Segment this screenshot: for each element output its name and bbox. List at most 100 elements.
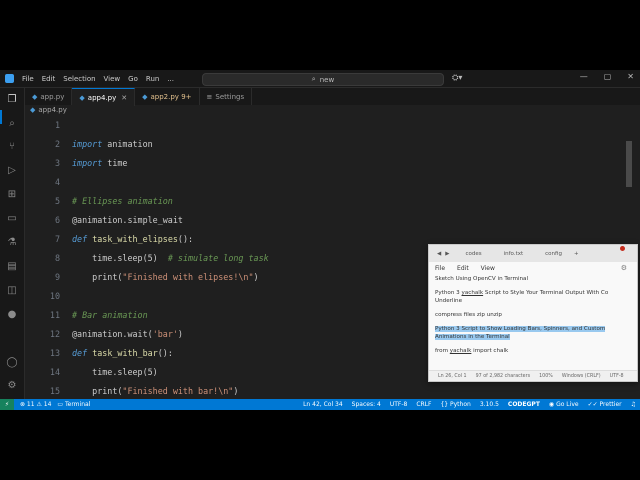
language-mode[interactable]: {} Python [440, 401, 470, 408]
code-text: time.sleep(5) # simulate long task [72, 252, 269, 263]
indentation[interactable]: Spaces: 4 [352, 401, 381, 408]
remote-explorer-icon[interactable]: ▭ [6, 213, 18, 225]
line-number: 14 [49, 366, 60, 377]
explorer-icon[interactable]: ❐ [6, 94, 18, 106]
line-number: 4 [54, 176, 60, 187]
prettier-button[interactable]: ✓✓ Prettier [588, 401, 622, 408]
code-line: 4 [25, 172, 625, 191]
command-center-search[interactable]: ⌕ new [202, 73, 444, 86]
python-file-icon: ◆ [30, 106, 36, 114]
menu-selection[interactable]: Selection [63, 75, 95, 83]
code-line: 1 [25, 115, 625, 134]
notepad-tab-config[interactable]: config [539, 251, 568, 257]
menu-run[interactable]: Run [146, 75, 159, 83]
extension-badge-icon[interactable]: ● [6, 309, 18, 321]
tab-label: app.py [40, 92, 65, 101]
breadcrumb[interactable]: ◆ app4.py [30, 106, 67, 114]
activity-bar: ❐ ⌕ ⑂ ▷ ⊞ ▭ ⚗ ▤ ◫ ● ◯ ⚙ [0, 88, 25, 400]
code-text: import animation [72, 138, 153, 149]
notepad-encoding: UTF-8 [609, 373, 624, 379]
active-indicator [0, 110, 2, 124]
line-number: 5 [54, 195, 60, 206]
python-version[interactable]: 3.10.5 [480, 401, 499, 408]
copilot-icon[interactable]: ⛭▾ [452, 73, 462, 83]
maximize-icon[interactable]: ▢ [604, 72, 612, 81]
codegpt-button[interactable]: CODEGPT [508, 401, 540, 408]
code-text: print("Finished with bar!\n") [72, 385, 239, 396]
code-text: time.sleep(5) [72, 366, 158, 377]
menu-bar: File Edit Selection View Go Run ... [22, 75, 182, 83]
code-text: def task_with_elipses(): [72, 233, 194, 244]
close-icon[interactable]: ✕ [627, 72, 634, 81]
encoding[interactable]: UTF-8 [390, 401, 408, 408]
remote-icon[interactable]: ⚡ [0, 399, 14, 410]
extensions-icon[interactable]: ⊞ [6, 189, 18, 201]
notifications-bell-icon[interactable]: ♫ [631, 401, 636, 408]
tab-settings[interactable]: ≡ Settings [200, 88, 253, 105]
line-number: 8 [54, 252, 60, 263]
broadcast-icon: ◉ [548, 401, 557, 408]
menu-edit[interactable]: Edit [42, 75, 56, 83]
source-control-icon[interactable]: ⑂ [6, 141, 18, 153]
line-number: 10 [49, 290, 60, 301]
notepad-tab-bar: ◀ ▶ codes info.txt config + [429, 245, 637, 262]
notepad-menu-edit[interactable]: Edit [457, 265, 469, 272]
notepad-line-endings: Windows (CRLF) [561, 373, 601, 379]
problems-indicator[interactable]: ⊗ 11 ⚠ 14 [20, 401, 51, 408]
notepad-zoom: 100% [539, 373, 553, 379]
minimize-icon[interactable]: — [580, 72, 588, 81]
code-text: # Ellipses animation [72, 195, 173, 206]
cursor-position[interactable]: Ln 42, Col 34 [303, 401, 343, 408]
testing-icon[interactable]: ⚗ [6, 237, 18, 249]
tab-app-py[interactable]: ◆ app.py [25, 88, 73, 105]
forward-arrow-icon[interactable]: ▶ [445, 251, 449, 257]
line-number: 6 [54, 214, 60, 225]
line-number: 9 [54, 271, 60, 282]
language-label: Python [450, 401, 471, 408]
code-line: 6 @animation.simple_wait [25, 210, 625, 229]
tab-app4-py[interactable]: ◆ app4.py ✕ [72, 88, 136, 106]
tab-label: app2.py [150, 92, 179, 101]
problem-count-badge: 9+ [181, 92, 192, 101]
notepad-window: ◀ ▶ codes info.txt config + File Edit Vi… [428, 244, 638, 382]
menu-more[interactable]: ... [167, 75, 174, 83]
search-text: new [319, 75, 335, 84]
line-number: 3 [54, 157, 60, 168]
terminal-button[interactable]: ▭ Terminal [57, 401, 90, 408]
window-controls: — ▢ ✕ [580, 72, 634, 81]
run-debug-icon[interactable]: ▷ [6, 165, 18, 177]
scrollbar-thumb[interactable] [626, 141, 632, 187]
code-text: @animation.wait('bar') [72, 328, 183, 339]
add-tab-icon[interactable]: + [574, 251, 579, 257]
line-number: 13 [49, 347, 60, 358]
title-bar: File Edit Selection View Go Run ... ← → … [0, 70, 640, 88]
notepad-menu-file[interactable]: File [435, 265, 445, 272]
notepad-settings-gear-icon[interactable]: ⚙ [621, 264, 627, 272]
menu-go[interactable]: Go [128, 75, 138, 83]
notepad-text-area[interactable]: Sketch Using OpenCV in Terminal Python 3… [435, 276, 635, 355]
terminal-label: Terminal [64, 401, 91, 408]
menu-file[interactable]: File [22, 75, 34, 83]
python-file-icon: ◆ [79, 93, 85, 102]
go-live-button[interactable]: ◉ Go Live [549, 401, 579, 408]
close-tab-icon[interactable]: ✕ [121, 94, 127, 102]
tab-label: Settings [215, 92, 245, 101]
back-arrow-icon[interactable]: ◀ [437, 251, 441, 257]
menu-view[interactable]: View [104, 75, 121, 83]
notepad-close-icon[interactable] [620, 246, 625, 251]
line-endings[interactable]: CRLF [416, 401, 431, 408]
settings-gear-icon[interactable]: ⚙ [6, 380, 18, 392]
docker-icon[interactable]: ◫ [6, 285, 18, 297]
notepad-tab-info[interactable]: info.txt [498, 251, 530, 257]
database-icon[interactable]: ▤ [6, 261, 18, 273]
tab-app2-py[interactable]: ◆ app2.py 9+ [135, 88, 200, 105]
code-text: # Bar animation [72, 309, 148, 320]
code-line: 5 # Ellipses animation [25, 191, 625, 210]
notepad-position: Ln 26, Col 1 [438, 373, 467, 379]
status-right: Ln 42, Col 34 Spaces: 4 UTF-8 CRLF {} Py… [294, 399, 636, 410]
notepad-menu-view[interactable]: View [481, 265, 495, 272]
notepad-tab-codes[interactable]: codes [459, 251, 487, 257]
settings-file-icon: ≡ [206, 92, 213, 101]
account-icon[interactable]: ◯ [6, 357, 18, 369]
search-icon[interactable]: ⌕ [6, 118, 18, 130]
